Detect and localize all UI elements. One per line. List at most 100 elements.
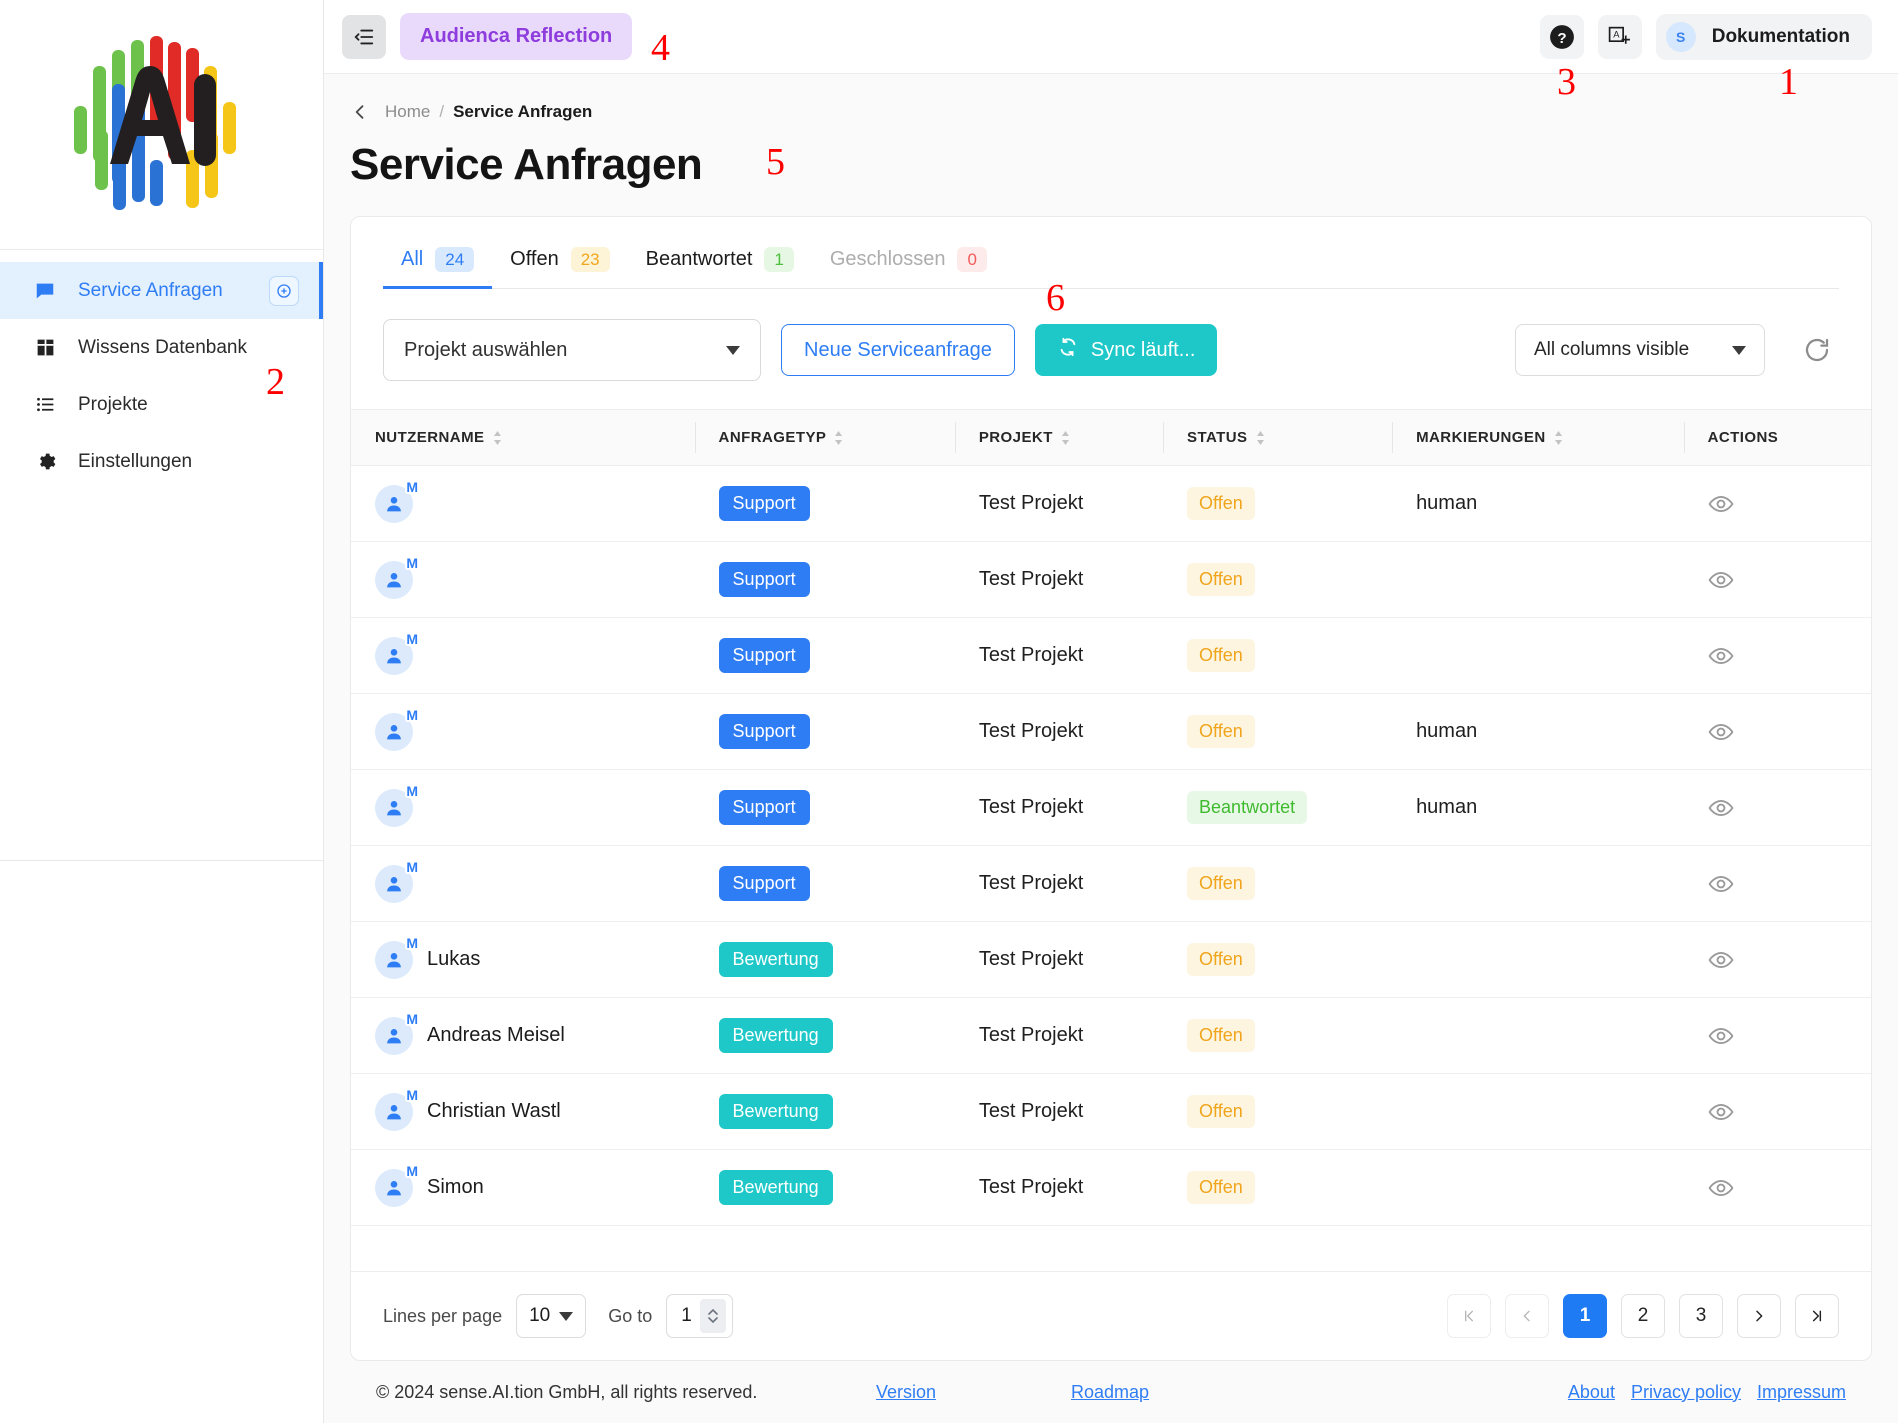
eye-icon[interactable] — [1708, 947, 1871, 973]
cell-actions — [1683, 997, 1871, 1074]
cell-markierungen — [1392, 1073, 1684, 1150]
collapse-sidebar-icon[interactable] — [342, 14, 386, 59]
sidebar-item-service-anfragen[interactable]: Service Anfragen — [0, 262, 323, 319]
help-circle-icon[interactable]: ? — [1539, 14, 1584, 59]
avatar-badge: M — [405, 1086, 419, 1103]
status-badge: Offen — [1187, 563, 1255, 596]
translate-add-icon[interactable]: A — [1597, 14, 1642, 59]
cell-anfragetyp: Bewertung — [694, 1149, 955, 1226]
eye-icon[interactable] — [1708, 643, 1871, 669]
request-type-badge: Bewertung — [718, 1094, 833, 1129]
eye-icon[interactable] — [1708, 567, 1871, 593]
chevron-left-icon[interactable] — [350, 102, 370, 122]
avatar-badge: M — [405, 554, 419, 571]
column-header-markierungen[interactable]: MARKIERUNGEN — [1392, 409, 1684, 466]
refresh-icon[interactable] — [1795, 328, 1839, 372]
cell-actions — [1683, 769, 1871, 846]
cell-anfragetyp: Support — [694, 845, 955, 922]
page-button-3[interactable]: 3 — [1679, 1294, 1723, 1338]
table-row[interactable]: M Support Test Projekt Offen human — [351, 465, 1871, 542]
stepper-icon[interactable] — [699, 1299, 726, 1333]
column-header-nutzername[interactable]: NUTZERNAME — [351, 409, 695, 466]
sort-icon[interactable] — [493, 430, 502, 445]
table-row[interactable]: M Christian Wastl Bewertung Test Projekt Off… — [351, 1073, 1871, 1150]
main-area: Audienca Reflection ? A S Dokumentation — [324, 0, 1898, 1423]
lines-per-page-select[interactable]: 10 — [516, 1294, 587, 1338]
project-select[interactable]: Projekt auswählen — [383, 319, 761, 381]
request-type-badge: Support — [718, 866, 810, 901]
next-page-icon[interactable] — [1737, 1294, 1781, 1338]
breadcrumb-home[interactable]: Home — [385, 102, 430, 122]
sidebar-item-einstellungen[interactable]: Einstellungen — [0, 433, 323, 490]
cell-status: Offen — [1163, 921, 1393, 998]
eye-icon[interactable] — [1708, 871, 1871, 897]
tab-beantwortet[interactable]: Beantwortet 1 — [628, 247, 812, 288]
cell-anfragetyp: Support — [694, 693, 955, 770]
prev-page-icon[interactable] — [1505, 1294, 1549, 1338]
new-service-request-button[interactable]: Neue Serviceanfrage — [781, 324, 1015, 376]
column-header-anfragetyp[interactable]: ANFRAGETYP — [694, 409, 955, 466]
add-service-request-button[interactable] — [269, 275, 299, 306]
first-page-icon[interactable] — [1447, 1294, 1491, 1338]
sort-icon[interactable] — [1061, 430, 1070, 445]
columns-visibility-select[interactable]: All columns visible — [1515, 324, 1765, 376]
cell-actions — [1683, 465, 1871, 542]
page-button-1[interactable]: 1 — [1563, 1294, 1607, 1338]
app-logo[interactable] — [0, 0, 323, 250]
tab-offen[interactable]: Offen 23 — [492, 247, 627, 288]
cell-status: Offen — [1163, 845, 1393, 922]
request-type-badge: Support — [718, 638, 810, 673]
tab-all[interactable]: All 24 — [383, 247, 493, 289]
cell-actions — [1683, 541, 1871, 618]
footer-link-privacy[interactable]: Privacy policy — [1631, 1382, 1741, 1403]
column-header-projekt[interactable]: PROJEKT — [954, 409, 1164, 466]
sort-icon[interactable] — [1554, 430, 1563, 445]
table-row[interactable]: M Simon Bewertung Test Projekt Offen — [351, 1149, 1871, 1226]
page-button-2[interactable]: 2 — [1621, 1294, 1665, 1338]
footer-link-about[interactable]: About — [1568, 1382, 1615, 1403]
table-row[interactable]: M Lukas Bewertung Test Projekt Offen — [351, 921, 1871, 998]
table-row[interactable]: M Support Test Projekt Offen — [351, 617, 1871, 694]
column-header-status[interactable]: STATUS — [1163, 409, 1393, 466]
table-row[interactable]: M Support Test Projekt Offen human — [351, 693, 1871, 770]
table-row[interactable]: M Support Test Projekt Offen — [351, 845, 1871, 922]
table-toolbar: Projekt auswählen Neue Serviceanfrage Sy… — [351, 289, 1871, 409]
cell-nutzername: M Christian Wastl — [351, 1073, 695, 1150]
tab-geschlossen[interactable]: Geschlossen 0 — [812, 247, 1005, 288]
cell-markierungen — [1392, 617, 1684, 694]
avatar: M — [375, 935, 419, 979]
goto-page-input[interactable]: 1 — [666, 1294, 733, 1338]
last-page-icon[interactable] — [1795, 1294, 1839, 1338]
workspace-chip[interactable]: Audienca Reflection — [400, 13, 633, 60]
sync-button[interactable]: Sync läuft... — [1034, 324, 1218, 376]
sidebar-item-wissens-datenbank[interactable]: Wissens Datenbank — [0, 319, 323, 376]
eye-icon[interactable] — [1708, 1175, 1871, 1201]
avatar: M — [375, 859, 419, 903]
eye-icon[interactable] — [1708, 719, 1871, 745]
footer-link-roadmap[interactable]: Roadmap — [1071, 1382, 1149, 1402]
sidebar-item-projekte[interactable]: Projekte — [0, 376, 323, 433]
eye-icon[interactable] — [1708, 1023, 1871, 1049]
user-menu[interactable]: S Dokumentation — [1655, 13, 1872, 60]
cell-anfragetyp: Bewertung — [694, 997, 955, 1074]
column-label: ANFRAGETYP — [718, 429, 827, 446]
eye-icon[interactable] — [1708, 795, 1871, 821]
breadcrumb: Home / Service Anfragen — [350, 74, 1872, 132]
footer-link-impressum[interactable]: Impressum — [1757, 1382, 1846, 1403]
sort-icon[interactable] — [1256, 430, 1265, 445]
tab-label: Offen — [510, 248, 559, 270]
eye-icon[interactable] — [1708, 491, 1871, 517]
eye-icon[interactable] — [1708, 1099, 1871, 1125]
column-header-actions: ACTIONS — [1683, 409, 1871, 466]
avatar-badge: M — [405, 934, 419, 951]
cell-projekt: Test Projekt — [954, 693, 1164, 770]
avatar-badge: M — [405, 1162, 419, 1179]
cell-actions — [1683, 617, 1871, 694]
table-row[interactable]: M Andreas Meisel Bewertung Test Projekt Offe… — [351, 997, 1871, 1074]
avatar-badge: M — [405, 630, 419, 647]
footer-link-version[interactable]: Version — [876, 1382, 936, 1402]
table-row[interactable]: M Support Test Projekt Beantwortet human — [351, 769, 1871, 846]
sort-icon[interactable] — [834, 430, 843, 445]
table-row[interactable]: M Support Test Projekt Offen — [351, 541, 1871, 618]
cell-actions — [1683, 1073, 1871, 1150]
